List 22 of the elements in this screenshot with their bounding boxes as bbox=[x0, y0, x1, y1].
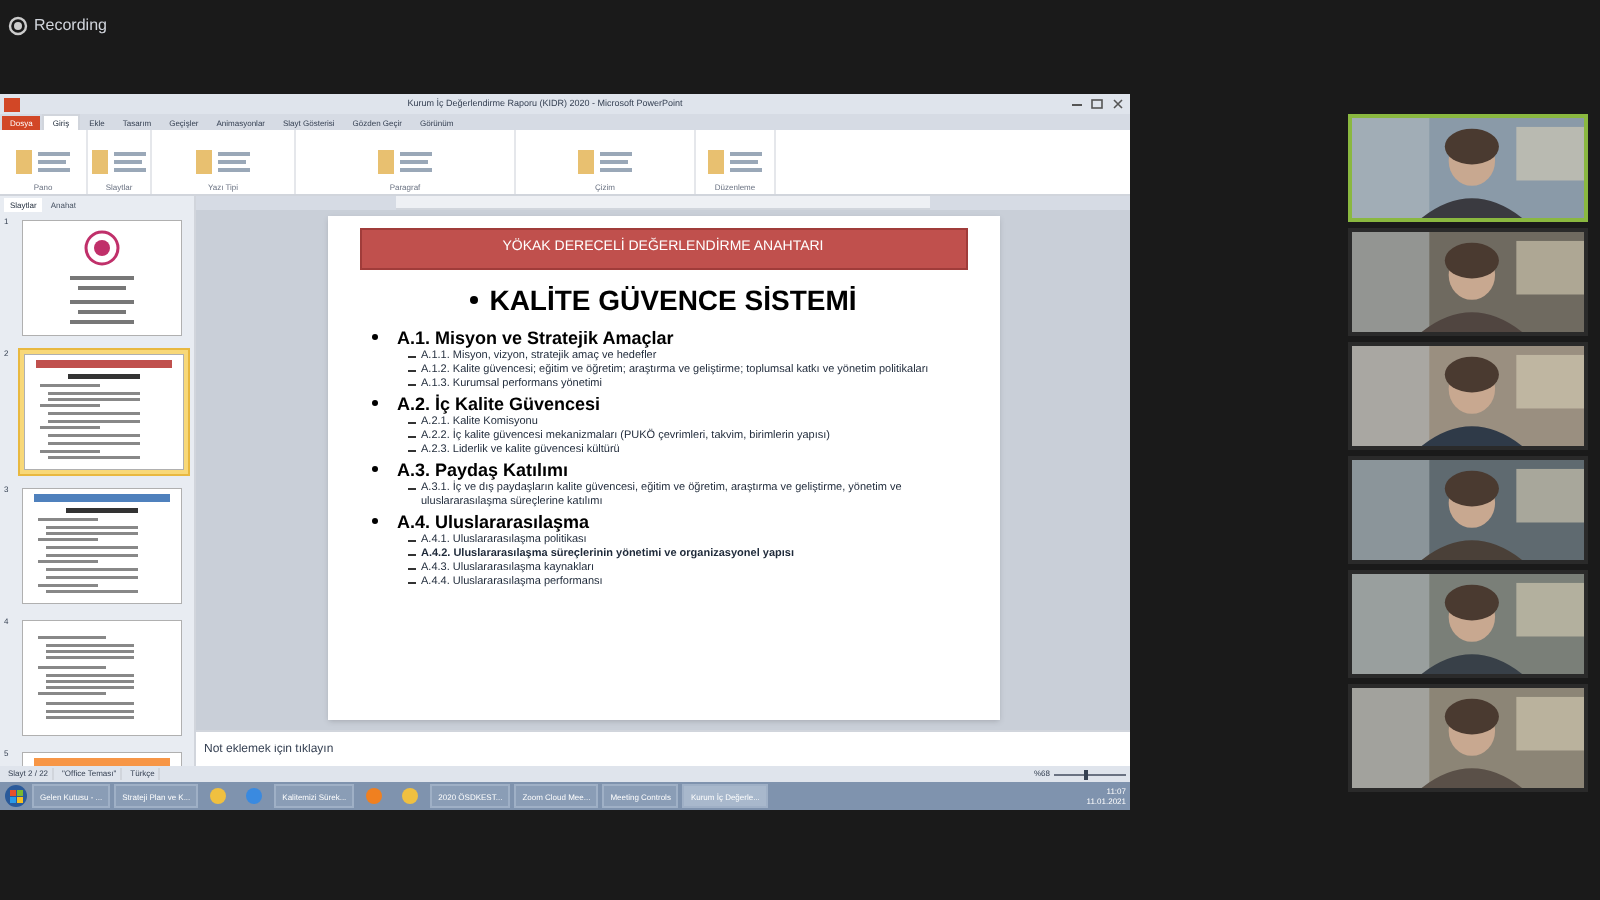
bullet-icon bbox=[469, 296, 478, 304]
section-heading: A.1. Misyon ve Stratejik Amaçlar bbox=[397, 325, 674, 349]
window-controls-icon[interactable] bbox=[1070, 98, 1126, 110]
bullet-icon bbox=[371, 400, 377, 406]
section-heading: A.3. Paydaş Katılımı bbox=[397, 457, 569, 480]
section-heading: A.2. İç Kalite Güvencesi bbox=[397, 391, 601, 414]
ribbon-controls-drawing bbox=[575, 148, 635, 176]
app-icon bbox=[4, 97, 20, 111]
ribbon-controls-drawing bbox=[705, 148, 765, 176]
start-icon[interactable] bbox=[4, 784, 28, 808]
recording-icon bbox=[8, 15, 28, 35]
ribbon-controls-drawing bbox=[89, 148, 149, 176]
section-heading: A.4. Uluslararasılaşma bbox=[397, 509, 590, 533]
ribbon-controls-drawing bbox=[193, 148, 253, 176]
bullet-icon bbox=[371, 334, 377, 340]
ribbon-controls-drawing bbox=[13, 148, 73, 176]
ribbon-controls-drawing bbox=[375, 148, 435, 176]
bullet-icon bbox=[371, 466, 377, 472]
slider-thumb[interactable] bbox=[1084, 769, 1089, 779]
recording-label: Recording bbox=[34, 13, 107, 37]
bullet-icon bbox=[371, 518, 377, 524]
slide-title: KALİTE GÜVENCE SİSTEMİ bbox=[489, 281, 857, 319]
